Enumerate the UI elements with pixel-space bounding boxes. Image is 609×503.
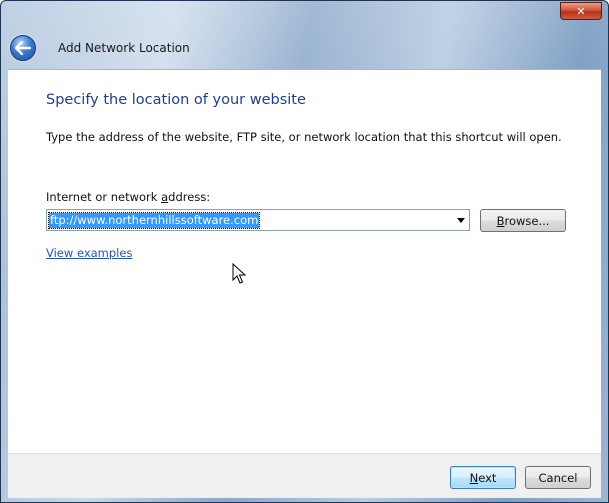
cancel-button[interactable]: Cancel: [525, 466, 591, 489]
mouse-pointer-icon: [232, 263, 246, 284]
address-combobox[interactable]: ftp://www.northernhillssoftware.com: [46, 209, 470, 231]
cancel-button-label: Cancel: [538, 470, 578, 485]
browse-button-label: Browse...: [496, 213, 550, 228]
window-title: Add Network Location: [58, 41, 190, 55]
view-examples-link[interactable]: View examples: [46, 246, 132, 260]
next-button-label: Next: [469, 470, 497, 485]
back-arrow-icon: [15, 41, 31, 55]
close-button[interactable]: ✕: [560, 2, 602, 20]
next-button[interactable]: Next: [450, 466, 516, 489]
close-icon: ✕: [576, 4, 586, 18]
wizard-window: ✕ Add Network Location Specify the locat…: [0, 0, 609, 503]
address-label: Internet or network address:: [46, 190, 211, 204]
browse-button[interactable]: Browse...: [480, 209, 566, 232]
content-panel: Specify the location of your website Typ…: [8, 69, 601, 454]
footer-bar: Next Cancel: [8, 453, 601, 498]
dropdown-arrow-icon: [456, 217, 465, 223]
page-heading: Specify the location of your website: [46, 92, 306, 108]
dropdown-button[interactable]: [452, 210, 469, 230]
address-input[interactable]: ftp://www.northernhillssoftware.com: [47, 212, 261, 229]
back-button[interactable]: [10, 35, 36, 61]
page-description: Type the address of the website, FTP sit…: [46, 130, 562, 144]
